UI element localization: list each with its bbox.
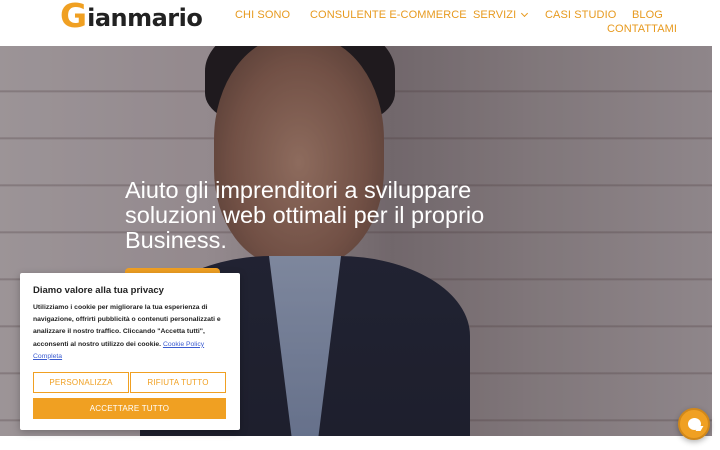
nav-chi-sono[interactable]: CHI SONO — [235, 9, 290, 21]
chat-button[interactable] — [678, 408, 710, 440]
cookie-title: Diamo valore alla tua privacy — [33, 285, 164, 296]
site-header: G ianmario CHI SONO CONSULENTE E-COMMERC… — [0, 0, 720, 46]
nav-casi-studio[interactable]: CASI STUDIO — [545, 9, 616, 21]
hero-title: Aiuto gli imprenditori a sviluppare solu… — [125, 177, 485, 253]
nav-blog[interactable]: BLOG — [632, 9, 663, 21]
accept-all-button[interactable]: ACCETTARE TUTTO — [33, 398, 226, 419]
chat-icon — [687, 418, 701, 430]
nav-servizi-label: SERVIZI — [473, 9, 517, 21]
nav-consulente-ecommerce[interactable]: CONSULENTE E-COMMERCE — [310, 9, 467, 21]
page-edge — [712, 46, 720, 450]
cookie-description: Utilizziamo i cookie per migliorare la t… — [33, 302, 233, 363]
logo-text: ianmario — [87, 4, 203, 32]
nav-servizi[interactable]: SERVIZI — [473, 9, 529, 21]
page-bottom — [0, 436, 720, 450]
customize-button[interactable]: PERSONALIZZA — [33, 372, 129, 393]
reject-all-button[interactable]: RIFIUTA TUTTO — [130, 372, 226, 393]
logo-initial: G — [60, 0, 87, 35]
chevron-down-icon — [521, 9, 529, 18]
logo[interactable]: G ianmario — [60, 0, 203, 35]
nav-contattami[interactable]: CONTATTAMI — [607, 23, 677, 35]
cookie-consent-banner: Diamo valore alla tua privacy Utilizziam… — [20, 273, 240, 430]
